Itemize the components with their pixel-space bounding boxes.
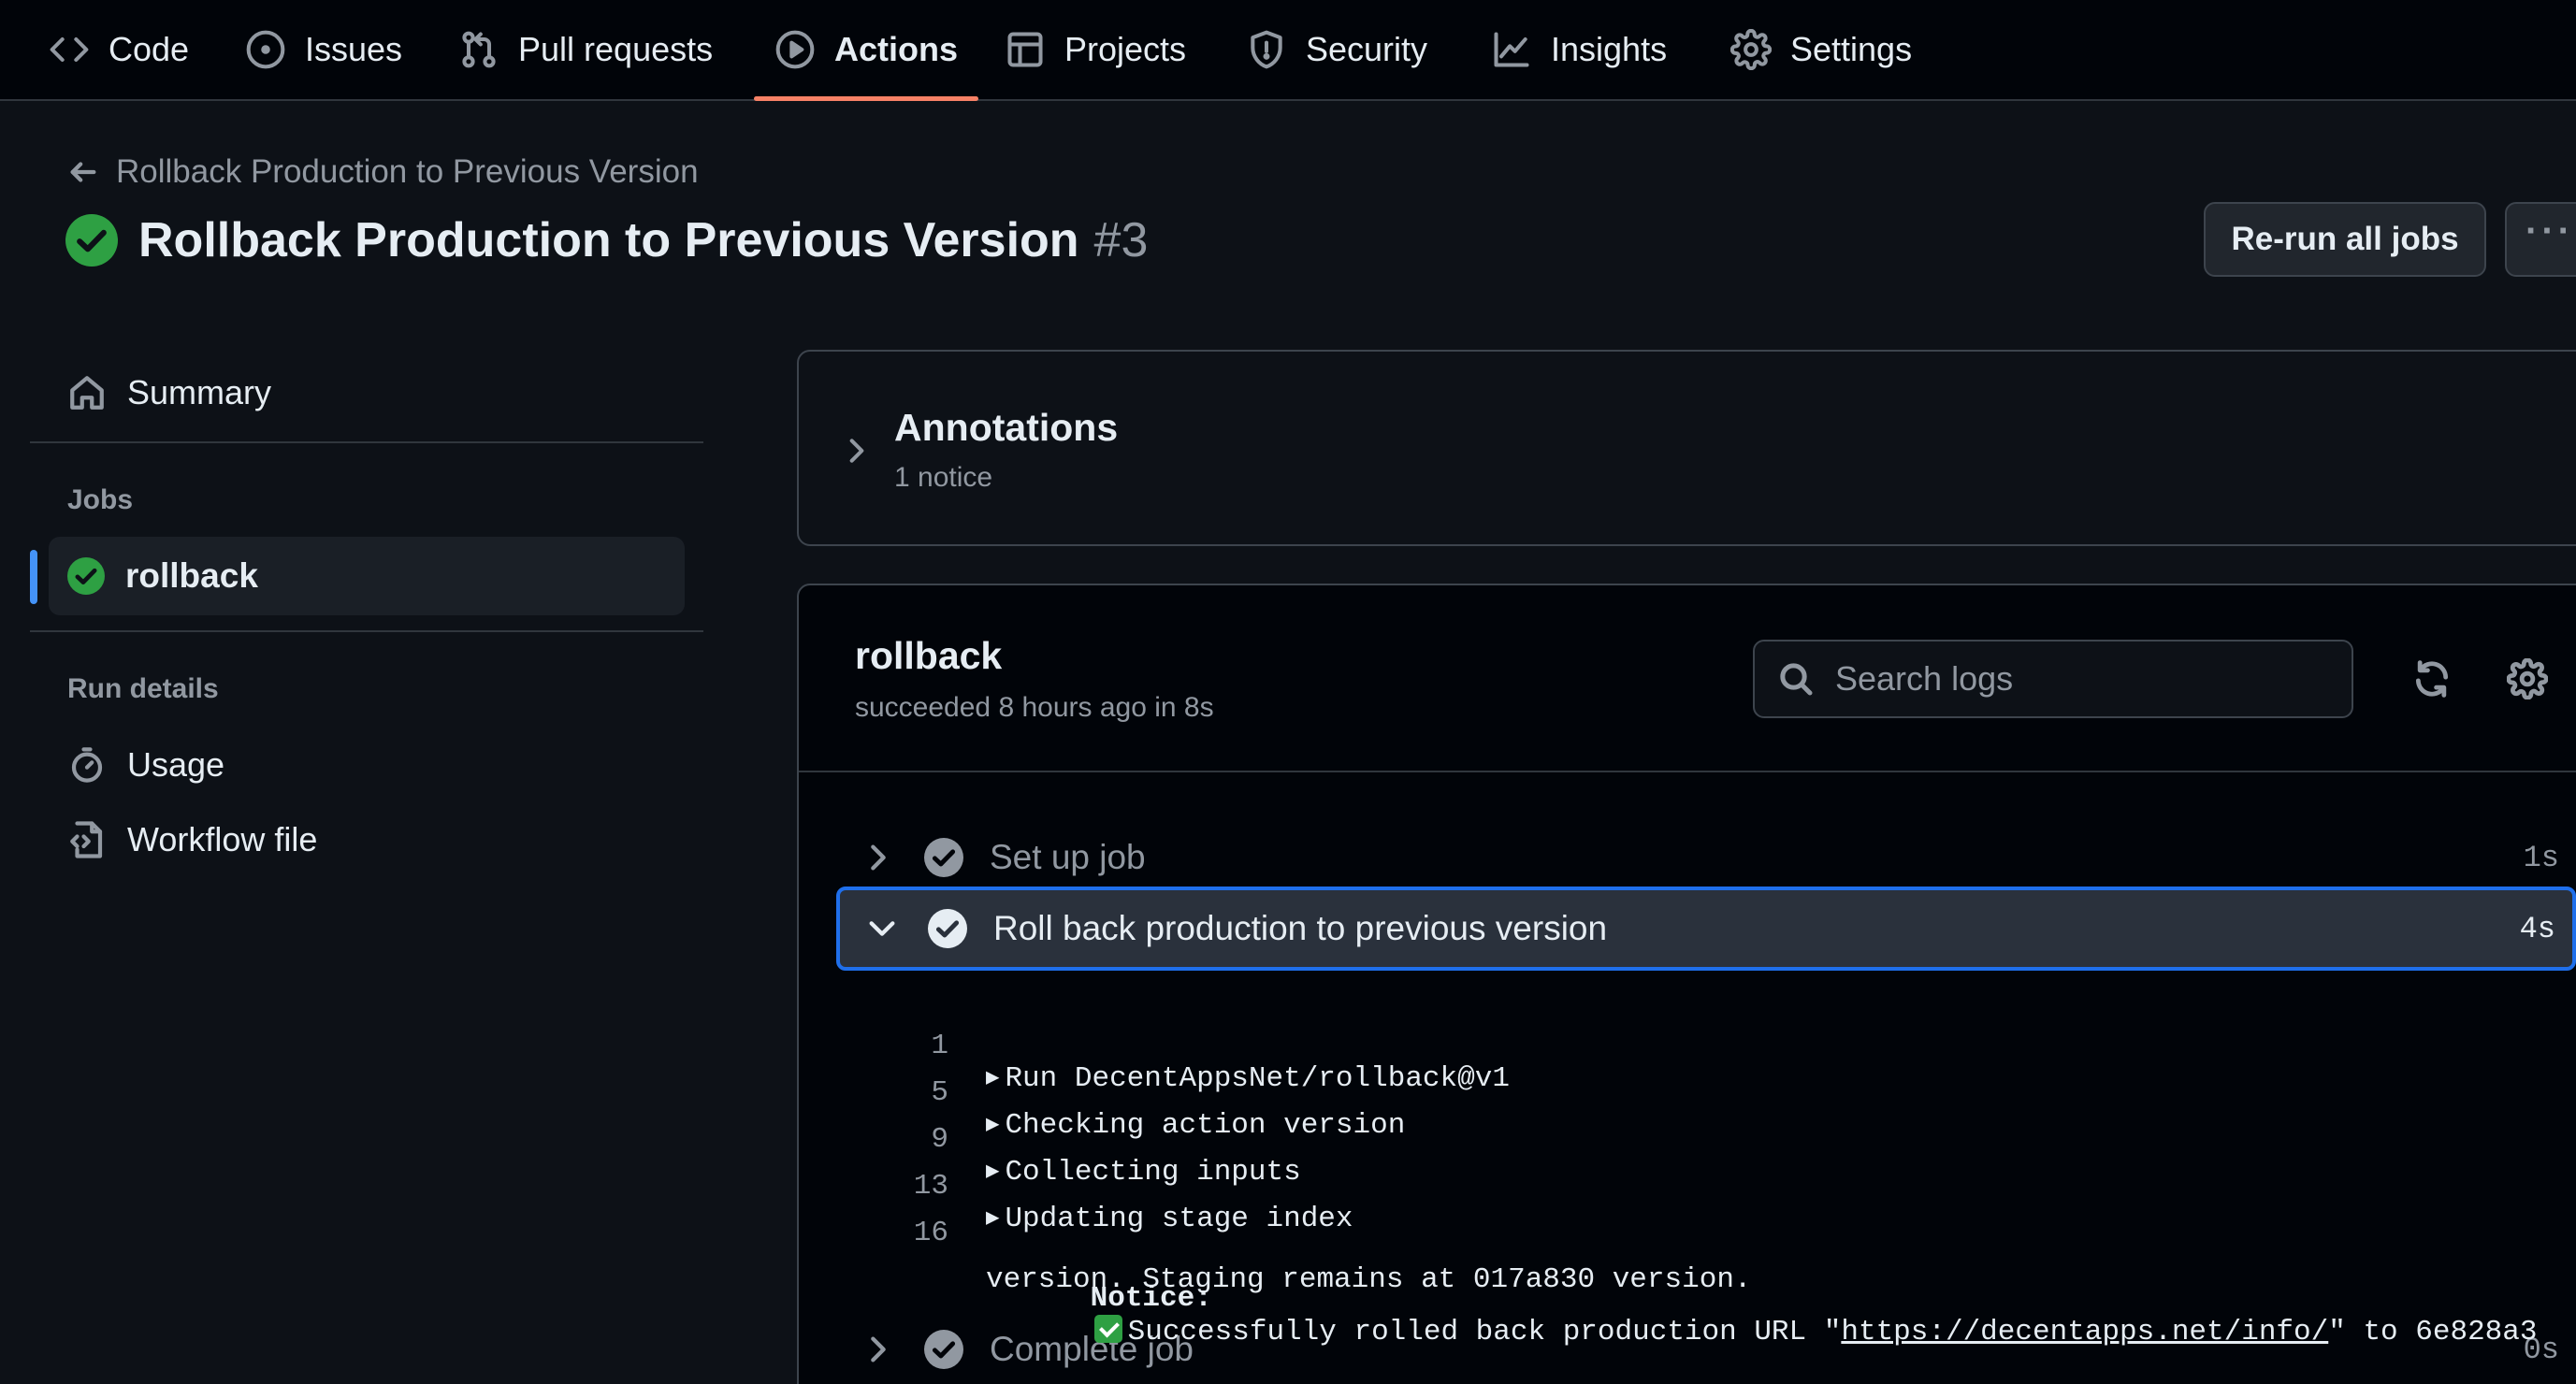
issue-opened-icon: [246, 30, 285, 69]
check-circle-fill-icon: [67, 557, 105, 595]
tab-actions[interactable]: Actions: [753, 0, 979, 101]
check-circle-fill-icon: [65, 214, 118, 267]
tab-settings[interactable]: Settings: [1730, 0, 1912, 99]
run-number: #3: [1093, 213, 1149, 267]
tab-label: Actions: [834, 30, 959, 68]
kebab-horizontal-icon: ···: [2525, 210, 2574, 252]
app-root: Code Issues Pull requests Actions Projec…: [0, 0, 2576, 1384]
step-duration: 4s: [2519, 911, 2555, 946]
back-to-workflow-link[interactable]: Rollback Production to Previous Version: [67, 150, 699, 195]
sidebar-divider: [30, 630, 703, 632]
log-settings-button[interactable]: [2499, 651, 2555, 707]
search-logs-field[interactable]: [1753, 640, 2353, 718]
git-pull-request-icon: [462, 31, 496, 68]
tab-label: Issues: [305, 30, 403, 68]
log-line[interactable]: 13 ▶ Updating stage index: [842, 1137, 2563, 1235]
step-label: Roll back production to previous version: [993, 909, 1608, 947]
tab-issues[interactable]: Issues: [245, 0, 402, 99]
repo-nav: Code Issues Pull requests Actions Projec…: [0, 0, 2576, 101]
gear-icon: [2507, 658, 2548, 699]
sidebar-job-rollback[interactable]: rollback: [49, 537, 685, 615]
sidebar-item-label: Workflow file: [127, 820, 318, 858]
tab-label: Settings: [1790, 30, 1913, 68]
log-line[interactable]: 1 ▶ Run DecentAppsNet/rollback@v1: [842, 997, 2563, 1095]
table-icon: [1007, 32, 1043, 67]
log-line[interactable]: 5 ▶ Checking action version: [842, 1044, 2563, 1142]
play-icon: [775, 30, 815, 69]
search-icon: [1780, 663, 1813, 696]
selected-job-indicator: [30, 550, 37, 604]
notice-text-after: " to 6e828a3: [2328, 1316, 2538, 1348]
production-url-link[interactable]: https://decentapps.net/info/: [1841, 1316, 2328, 1348]
sidebar-item-label: Usage: [127, 745, 225, 784]
step-roll-back-production[interactable]: Roll back production to previous version…: [836, 887, 2576, 971]
white-check-mark-icon: [1093, 1315, 1122, 1343]
sidebar-item-usage[interactable]: Usage: [67, 739, 224, 791]
check-circle-fill-icon: [924, 1330, 963, 1369]
code-icon: [50, 36, 89, 63]
shield-icon: [1251, 30, 1282, 69]
log-line[interactable]: 9 ▶ Collecting inputs: [842, 1090, 2563, 1189]
log-notice-continuation: version. Staging remains at 017a830 vers…: [842, 1231, 2563, 1296]
sidebar-divider: [30, 441, 703, 443]
tab-projects[interactable]: Projects: [1005, 0, 1186, 99]
step-duration: 1s: [2523, 840, 2559, 875]
tab-code[interactable]: Code: [49, 0, 189, 99]
chevron-right-icon: [871, 1336, 886, 1362]
tab-label: Projects: [1064, 30, 1187, 68]
gear-icon: [1730, 29, 1772, 70]
stopwatch-icon: [71, 747, 103, 783]
tab-label: Pull requests: [518, 30, 714, 68]
tab-label: Security: [1306, 30, 1428, 68]
annotations-count: 1 notice: [894, 462, 993, 493]
check-circle-fill-icon: [928, 909, 967, 948]
chevron-right-icon: [849, 439, 864, 463]
notice-continuation-text: version. Staging remains at 017a830 vers…: [986, 1263, 1752, 1296]
more-options-button[interactable]: ···: [2505, 202, 2576, 277]
graph-icon: [1494, 32, 1529, 67]
run-title-text: Rollback Production to Previous Version: [138, 213, 1079, 267]
sidebar-item-summary[interactable]: Summary: [67, 367, 271, 419]
step-label: Set up job: [990, 838, 1146, 876]
rerun-all-jobs-button[interactable]: Re-run all jobs: [2204, 202, 2486, 277]
chevron-right-icon: [871, 844, 886, 871]
back-link-label: Rollback Production to Previous Version: [116, 153, 699, 190]
page-title: Rollback Production to Previous Version …: [65, 208, 1148, 273]
tab-insights[interactable]: Insights: [1491, 0, 1667, 99]
file-code-icon: [70, 821, 103, 858]
sidebar-item-workflow-file[interactable]: Workflow file: [67, 814, 317, 866]
jobs-heading: Jobs: [67, 484, 134, 515]
tab-pull-requests[interactable]: Pull requests: [458, 0, 713, 99]
annotations-title: Annotations: [894, 406, 1119, 449]
job-label: rollback: [125, 556, 258, 595]
chevron-down-icon: [869, 921, 895, 936]
job-name: rollback: [855, 634, 1003, 677]
refresh-logs-button[interactable]: [2404, 651, 2460, 707]
tab-label: Code: [109, 30, 190, 68]
job-status-text: succeeded 8 hours ago in 8s: [855, 692, 1214, 723]
annotations-panel[interactable]: Annotations 1 notice: [797, 350, 2576, 546]
job-header: rollback succeeded 8 hours ago in 8s: [799, 585, 2576, 772]
notice-text-before: Successfully rolled back production URL …: [1127, 1316, 1842, 1348]
sync-icon: [2415, 660, 2449, 698]
tab-security[interactable]: Security: [1246, 0, 1427, 99]
home-icon: [70, 376, 104, 410]
arrow-left-icon: [70, 162, 96, 182]
search-logs-input[interactable]: [1833, 658, 2320, 699]
sidebar-item-label: Summary: [127, 373, 272, 411]
log-notice-line: 16 Notice: Successfully rolled back prod…: [842, 1184, 2563, 1348]
check-circle-fill-icon: [924, 838, 963, 877]
tab-label: Insights: [1551, 30, 1668, 68]
run-details-heading: Run details: [67, 673, 219, 704]
